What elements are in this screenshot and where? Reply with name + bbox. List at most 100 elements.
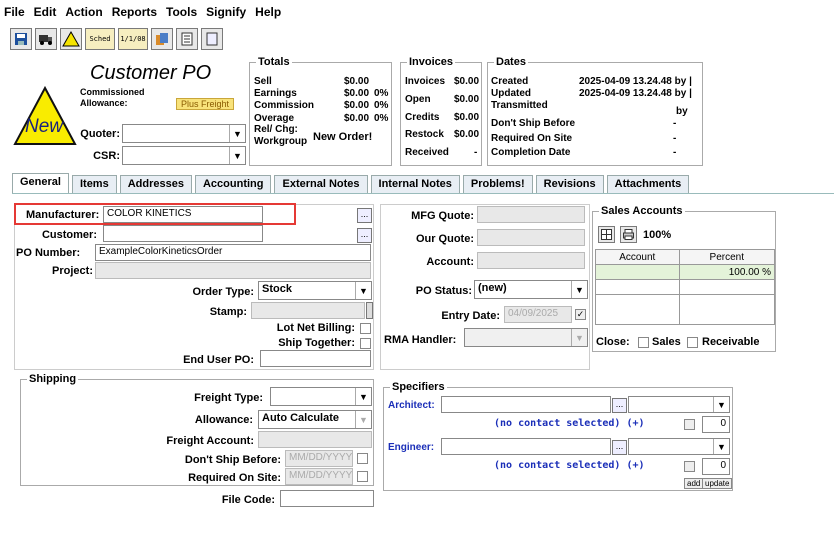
new-order-label: New Order! [313, 131, 373, 143]
tab-addresses[interactable]: Addresses [119, 175, 192, 193]
stamp-scrollbar[interactable] [366, 302, 373, 319]
ship-button[interactable] [35, 28, 57, 50]
list-button[interactable] [176, 28, 198, 50]
totals-commission-value: $0.00 [344, 100, 370, 111]
engineer-lookup-button[interactable]: ... [612, 440, 627, 455]
tab-internal-notes[interactable]: Internal Notes [370, 175, 460, 193]
menu-reports[interactable]: Reports [112, 5, 157, 19]
menu-signify[interactable]: Signify [206, 5, 246, 19]
page-button[interactable] [201, 28, 223, 50]
menu-tools[interactable]: Tools [166, 5, 197, 19]
completion-date-value: - [673, 147, 677, 158]
completion-date-label: Completion Date [491, 147, 571, 158]
save-button[interactable] [10, 28, 32, 50]
tab-items[interactable]: Items [71, 175, 117, 193]
engineer-contact-dropdown[interactable]: ▼ [628, 438, 730, 455]
add-account-button[interactable] [598, 226, 615, 243]
tab-revisions[interactable]: Revisions [535, 175, 604, 193]
quoter-dropdown[interactable]: ▼ [122, 124, 246, 143]
architect-lookup-button[interactable]: ... [612, 398, 627, 413]
required-on-site-checkbox[interactable] [357, 471, 368, 482]
order-type-value: Stock [262, 283, 292, 295]
printer-icon [623, 229, 634, 240]
engineer-count-field[interactable]: 0 [702, 458, 730, 475]
customer-field[interactable] [103, 225, 263, 242]
menu-file[interactable]: File [4, 5, 25, 19]
totals-overage-pct: 0% [374, 113, 389, 124]
architect-checkbox[interactable] [684, 419, 695, 430]
tab-external-notes[interactable]: External Notes [274, 175, 368, 193]
lot-net-billing-checkbox[interactable] [360, 323, 371, 334]
mfg-quote-field [477, 206, 585, 223]
freight-account-field [258, 431, 372, 448]
save-icon [15, 33, 27, 45]
menu-edit[interactable]: Edit [34, 5, 57, 19]
totals-group: Totals [249, 56, 392, 166]
tab-general[interactable]: General [12, 173, 69, 193]
credits-label: Credits [405, 112, 440, 123]
table-row[interactable] [595, 279, 776, 295]
tab-problems[interactable]: Problems! [462, 175, 533, 193]
account-cell [595, 294, 680, 325]
manufacturer-lookup-button[interactable]: ... [357, 208, 372, 223]
po-status-value: (new) [478, 282, 507, 294]
totals-legend: Totals [258, 56, 290, 68]
totals-earnings-pct: 0% [374, 88, 389, 99]
documents-button[interactable] [151, 28, 173, 50]
required-on-site-field[interactable]: MM/DD/YYYY [285, 468, 353, 485]
tab-attachments[interactable]: Attachments [606, 175, 690, 193]
tab-accounting[interactable]: Accounting [194, 175, 272, 193]
po-number-field[interactable]: ExampleColorKineticsOrder [95, 244, 371, 261]
architect-field[interactable] [441, 396, 611, 413]
menu-action[interactable]: Action [65, 5, 102, 19]
project-label: Project: [52, 265, 93, 277]
percent-cell[interactable] [678, 279, 776, 295]
table-row [595, 294, 776, 325]
close-receivable-checkbox[interactable] [687, 337, 698, 348]
freight-allowance-value: Auto Calculate [262, 412, 340, 424]
account-cell[interactable] [595, 279, 680, 295]
chevron-down-icon: ▼ [229, 125, 245, 142]
date-button[interactable]: 1/1/08 [118, 28, 148, 50]
architect-count-field[interactable]: 0 [702, 416, 730, 433]
chevron-down-icon: ▼ [355, 411, 371, 428]
sales-accounts-table: Account Percent 100.00 % [595, 249, 776, 325]
table-row[interactable]: 100.00 % [595, 264, 776, 280]
entry-date-field: 04/09/2025 [504, 306, 572, 323]
menu-help[interactable]: Help [255, 5, 281, 19]
invoices-legend: Invoices [409, 56, 454, 68]
tab-bar: General Items Addresses Accounting Exter… [12, 173, 692, 194]
freight-allowance-dropdown[interactable]: Auto Calculate ▼ [258, 410, 372, 429]
freight-type-dropdown[interactable]: ▼ [270, 387, 372, 406]
dont-ship-before-checkbox[interactable] [357, 453, 368, 464]
order-type-dropdown[interactable]: Stock ▼ [258, 281, 372, 300]
manufacturer-field[interactable]: COLOR KINETICS [103, 206, 263, 223]
engineer-checkbox[interactable] [684, 461, 695, 472]
rma-handler-dropdown[interactable]: ▼ [464, 328, 588, 347]
engineer-label: Engineer: [388, 442, 435, 453]
engineer-field[interactable] [441, 438, 611, 455]
update-specifier-button[interactable]: update [702, 478, 733, 489]
csr-dropdown[interactable]: ▼ [122, 146, 246, 165]
ship-together-checkbox[interactable] [360, 338, 371, 349]
close-sales-checkbox[interactable] [638, 337, 649, 348]
add-specifier-button[interactable]: add [684, 478, 704, 489]
account-cell[interactable] [595, 264, 680, 280]
updated-label: Updated [491, 88, 531, 99]
schedule-button[interactable]: Sched [85, 28, 115, 50]
dont-ship-before-field[interactable]: MM/DD/YYYY [285, 450, 353, 467]
freight-type-label: Freight Type: [194, 392, 263, 404]
file-code-field[interactable] [280, 490, 374, 507]
new-button[interactable] [60, 28, 82, 50]
print-accounts-button[interactable] [620, 226, 637, 243]
totals-overage-label: Overage [254, 113, 295, 124]
po-status-dropdown[interactable]: (new) ▼ [474, 280, 588, 299]
end-user-po-field[interactable] [260, 350, 371, 367]
customer-lookup-button[interactable]: ... [357, 228, 372, 243]
architect-contact-dropdown[interactable]: ▼ [628, 396, 730, 413]
percent-cell[interactable]: 100.00 % [678, 264, 776, 280]
dont-ship-before-label: Don't Ship Before: [184, 454, 281, 466]
engineer-no-contact-link[interactable]: (no contact selected) (+) [494, 460, 645, 471]
entry-date-checkbox[interactable]: ✓ [575, 309, 586, 320]
architect-no-contact-link[interactable]: (no contact selected) (+) [494, 418, 645, 429]
